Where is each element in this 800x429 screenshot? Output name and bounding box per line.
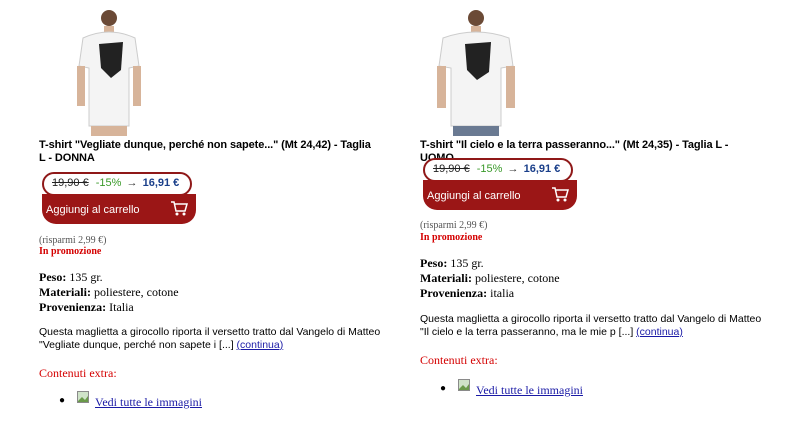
discount-percent: -15% [476,163,503,175]
product-image-woman[interactable] [73,8,145,138]
arrow-icon: → [507,163,519,175]
arrow-icon: → [126,177,138,189]
promo-badge: In promozione [420,232,483,243]
add-to-cart-label: Aggiungi al carrello [46,204,140,216]
product-description: Questa maglietta a girocollo riporta il … [420,313,762,338]
read-more-link[interactable]: (continua) [237,339,284,351]
spec-origin: Provenienza: italia [420,286,515,300]
new-price: 16,91 € [523,163,561,175]
image-icon [458,379,470,391]
price-box: 19,90 € -15% → 16,91 € Aggiungi al carre… [423,158,577,212]
add-to-cart-button[interactable]: Aggiungi al carrello [423,180,577,210]
price-line: 19,90 € -15% → 16,91 € [52,177,179,189]
product-specs: Peso: 135 gr. Materiali: poliestere, cot… [420,256,560,301]
spec-materials: Materiali: poliestere, cotone [420,271,560,285]
image-icon [77,391,89,403]
read-more-link[interactable]: (continua) [636,326,683,338]
product-image-man[interactable] [435,8,517,138]
spec-weight: Peso: 135 gr. [39,270,103,284]
product-title[interactable]: T-shirt "Vegliate dunque, perché non sap… [39,139,379,165]
bullet: ● [59,395,66,406]
shopping-cart-icon [552,187,569,202]
extra-content-heading: Contenuti extra: [39,366,117,380]
old-price: 19,90 € [52,177,89,189]
spec-weight: Peso: 135 gr. [420,256,484,270]
discount-percent: -15% [95,177,122,189]
spec-materials: Materiali: poliestere, cotone [39,285,179,299]
bullet: ● [440,383,447,394]
spec-origin: Provenienza: Italia [39,300,134,314]
view-all-images-link[interactable]: Vedi tutte le immagini [476,383,583,398]
price-line: 19,90 € -15% → 16,91 € [433,163,560,175]
promo-badge: In promozione [39,246,102,257]
view-all-images-link[interactable]: Vedi tutte le immagini [95,395,202,410]
add-to-cart-label: Aggiungi al carrello [427,190,521,202]
savings-text: (risparmi 2,99 €) [420,220,488,231]
product-description: Questa maglietta a girocollo riporta il … [39,326,381,351]
shopping-cart-icon [171,201,188,216]
savings-text: (risparmi 2,99 €) [39,235,107,246]
product-specs: Peso: 135 gr. Materiali: poliestere, cot… [39,270,179,315]
new-price: 16,91 € [142,177,180,189]
price-box: 19,90 € -15% → 16,91 € Aggiungi al carre… [42,172,196,226]
add-to-cart-button[interactable]: Aggiungi al carrello [42,194,196,224]
old-price: 19,90 € [433,163,470,175]
extra-content-heading: Contenuti extra: [420,353,498,367]
